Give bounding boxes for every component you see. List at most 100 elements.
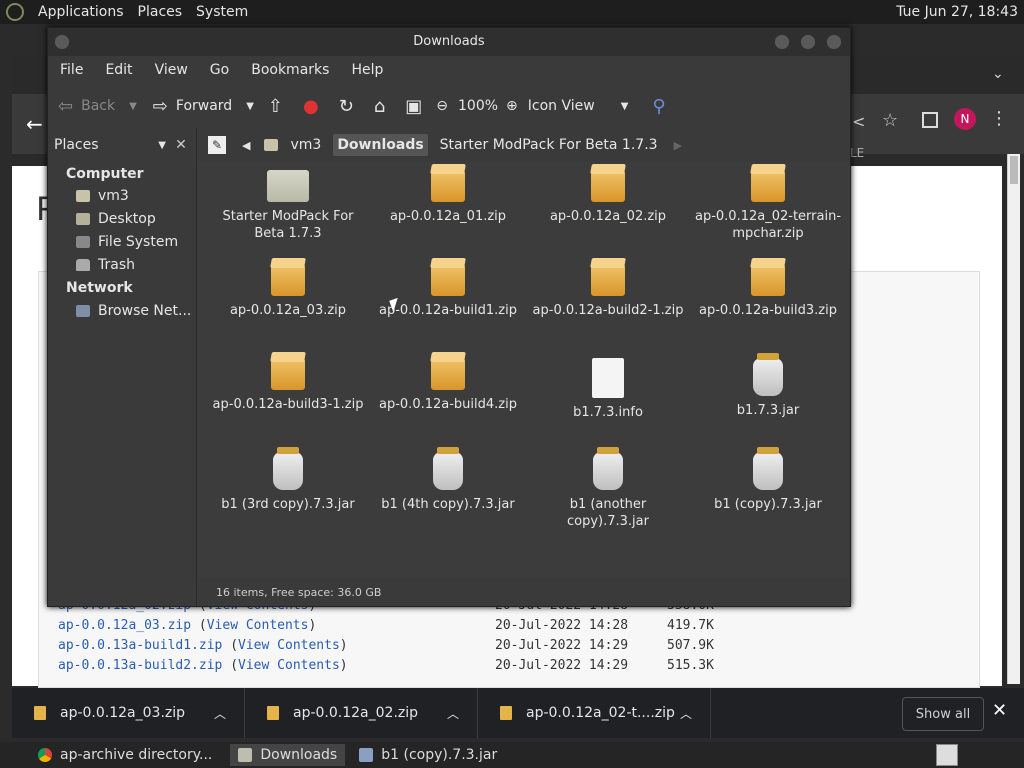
show-all-button[interactable]: Show all bbox=[902, 697, 984, 731]
file-item[interactable]: ap-0.0.12a-build2-1.zip bbox=[528, 264, 688, 319]
file-item[interactable]: b1 (another copy).7.3.jar bbox=[528, 447, 688, 530]
menu-edit[interactable]: Edit bbox=[105, 62, 132, 78]
file-item[interactable]: ap-0.0.12a-build3-1.zip bbox=[208, 358, 368, 413]
menu-help[interactable]: Help bbox=[351, 62, 383, 78]
file-item[interactable]: b1 (3rd copy).7.3.jar bbox=[208, 447, 368, 513]
path-right-arrow-icon[interactable]: ▶ bbox=[674, 139, 682, 152]
text-file-icon bbox=[592, 358, 624, 398]
close-sidebar-icon[interactable]: ✕ bbox=[172, 134, 190, 156]
zoom-in-button[interactable]: ⊕ bbox=[506, 98, 526, 114]
reload-button[interactable]: ↻ bbox=[339, 96, 362, 117]
view-mode-select[interactable]: Icon View ▼ bbox=[528, 98, 629, 114]
file-item[interactable]: Starter ModPack For Beta 1.7.3 bbox=[208, 170, 368, 242]
clock[interactable]: Tue Jun 27, 18:43 bbox=[896, 4, 1018, 20]
window-menu-icon[interactable] bbox=[54, 34, 70, 50]
path-left-arrow-icon[interactable]: ◀ bbox=[242, 139, 250, 152]
chevron-up-icon[interactable]: ︿ bbox=[447, 705, 459, 722]
computer-button[interactable]: ▣ bbox=[405, 96, 430, 117]
breadcrumb-starter-modpack[interactable]: Starter ModPack For Beta 1.7.3 bbox=[436, 134, 662, 156]
menu-go[interactable]: Go bbox=[210, 62, 229, 78]
file-item[interactable]: b1.7.3.jar bbox=[688, 353, 848, 419]
download-item[interactable]: ap-0.0.12a_02-t....zip ︿ bbox=[478, 688, 711, 738]
file-item[interactable]: ap-0.0.12a_02-terrain-mpchar.zip bbox=[688, 170, 848, 242]
menu-view[interactable]: View bbox=[155, 62, 188, 78]
scrollbar-thumb[interactable] bbox=[1010, 156, 1018, 184]
taskbar-item-browser[interactable]: ap-archive directory... bbox=[30, 744, 220, 766]
file-item[interactable]: b1 (4th copy).7.3.jar bbox=[368, 447, 528, 513]
file-name: b1.7.3.info bbox=[573, 405, 643, 420]
sidebar-item-vm3[interactable]: vm3 bbox=[76, 188, 129, 204]
taskbar-item-jar[interactable]: b1 (copy).7.3.jar bbox=[351, 744, 505, 766]
distro-logo-icon[interactable] bbox=[6, 3, 24, 21]
sidebar-item-trash[interactable]: Trash bbox=[76, 257, 135, 273]
zoom-out-button[interactable]: ⊖ bbox=[436, 98, 456, 114]
taskbar-item-downloads[interactable]: Downloads bbox=[230, 744, 346, 766]
up-button[interactable]: ⇧ bbox=[268, 96, 291, 117]
share-icon[interactable]: < bbox=[852, 112, 865, 131]
file-link[interactable]: ap-0.0.13a-build1.zip bbox=[58, 638, 222, 653]
back-button[interactable]: ⇦ Back ▼ bbox=[58, 96, 137, 117]
file-name: Starter ModPack For Beta 1.7.3 bbox=[222, 209, 354, 241]
file-item[interactable]: ap-0.0.12a_03.zip bbox=[208, 264, 368, 319]
view-contents-link[interactable]: View Contents bbox=[238, 638, 340, 653]
breadcrumb-downloads[interactable]: Downloads bbox=[333, 134, 428, 156]
file-item[interactable]: ap-0.0.12a-build4.zip bbox=[368, 358, 528, 413]
zoom-level: 100% bbox=[458, 98, 499, 114]
download-item[interactable]: ap-0.0.12a_03.zip ︿ bbox=[12, 688, 245, 738]
file-item[interactable]: b1 (copy).7.3.jar bbox=[688, 447, 848, 513]
file-item[interactable]: ap-0.0.12a-build3.zip bbox=[688, 264, 848, 319]
file-item[interactable]: b1.7.3.info bbox=[528, 358, 688, 421]
show-desktop-icon[interactable] bbox=[936, 744, 958, 766]
profile-avatar[interactable]: N bbox=[954, 108, 976, 130]
sidebar-item-label: Trash bbox=[98, 257, 135, 273]
menu-file[interactable]: File bbox=[60, 62, 83, 78]
menubar: File Edit View Go Bookmarks Help bbox=[48, 56, 850, 84]
file-name: ap-0.0.12a-build4.zip bbox=[379, 397, 517, 412]
listing-date: 20-Jul-2022 14:28 bbox=[495, 618, 629, 633]
applications-menu[interactable]: Applications bbox=[38, 4, 124, 20]
sidebar-item-filesystem[interactable]: File System bbox=[76, 234, 178, 250]
chevron-up-icon[interactable]: ︿ bbox=[214, 705, 226, 722]
edit-path-icon[interactable]: ✎ bbox=[208, 136, 226, 154]
sidebar-selector[interactable]: Places ▼ bbox=[54, 134, 166, 156]
file-link[interactable]: ap-0.0.12a_03.zip bbox=[58, 618, 191, 633]
stop-button[interactable]: ● bbox=[303, 96, 327, 117]
file-item[interactable]: ap-0.0.12a_01.zip bbox=[368, 170, 528, 225]
bookmark-star-icon[interactable]: ☆ bbox=[882, 110, 898, 131]
chevron-down-icon[interactable]: ▼ bbox=[129, 101, 137, 112]
archive-icon bbox=[751, 170, 785, 202]
folder-icon bbox=[267, 170, 309, 202]
chrome-icon bbox=[38, 748, 52, 762]
view-contents-link[interactable]: View Contents bbox=[238, 658, 340, 673]
maximize-icon[interactable] bbox=[800, 34, 816, 50]
stop-icon: ● bbox=[303, 95, 319, 117]
chevron-down-icon[interactable]: ▼ bbox=[246, 101, 254, 112]
home-button[interactable]: ⌂ bbox=[374, 96, 393, 117]
window-titlebar[interactable]: Downloads bbox=[48, 28, 850, 56]
browser-back-icon[interactable]: ← bbox=[26, 112, 43, 136]
browser-scrollbar[interactable] bbox=[1007, 154, 1020, 684]
listing-size: 515.3K bbox=[667, 658, 714, 673]
view-contents-link[interactable]: View Contents bbox=[207, 618, 309, 633]
places-menu[interactable]: Places bbox=[138, 4, 183, 20]
file-item[interactable]: ap-0.0.12a_02.zip bbox=[528, 170, 688, 225]
browser-menu-icon[interactable]: ⋮ bbox=[990, 108, 1008, 129]
forward-button[interactable]: ⇨ Forward ▼ bbox=[153, 96, 254, 117]
sidebar-item-browse-network[interactable]: Browse Net... bbox=[76, 303, 191, 319]
close-window-icon[interactable] bbox=[826, 34, 842, 50]
computer-icon: ▣ bbox=[405, 95, 423, 117]
menu-bookmarks[interactable]: Bookmarks bbox=[251, 62, 329, 78]
minimize-icon[interactable] bbox=[774, 34, 790, 50]
chevron-up-icon[interactable]: ︿ bbox=[680, 705, 692, 722]
tab-list-chevron-icon[interactable]: ⌄ bbox=[992, 66, 1004, 82]
close-icon[interactable]: ✕ bbox=[992, 700, 1007, 721]
breadcrumb-vm3[interactable]: vm3 bbox=[286, 134, 325, 156]
system-menu[interactable]: System bbox=[196, 4, 248, 20]
sidepanel-icon[interactable] bbox=[922, 112, 938, 128]
file-link[interactable]: ap-0.0.13a-build2.zip bbox=[58, 658, 222, 673]
reload-icon: ↻ bbox=[338, 95, 354, 117]
search-button[interactable]: ⚲ bbox=[652, 96, 673, 117]
sidebar-item-desktop[interactable]: Desktop bbox=[76, 211, 156, 227]
archive-icon bbox=[431, 170, 465, 202]
download-item[interactable]: ap-0.0.12a_02.zip ︿ bbox=[245, 688, 478, 738]
